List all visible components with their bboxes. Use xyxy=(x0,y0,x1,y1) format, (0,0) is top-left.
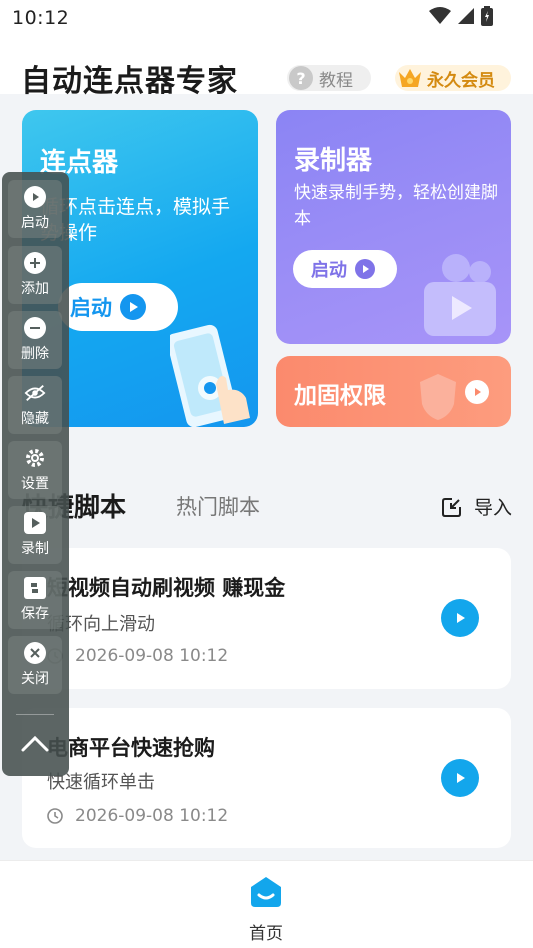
float-start-label: 启动 xyxy=(21,215,49,231)
status-time: 10:12 xyxy=(12,7,70,29)
permission-arrow-icon xyxy=(465,380,489,404)
float-record-button[interactable]: 录制 xyxy=(8,506,62,564)
script-title: 短视频自动刷视频 赚现金 xyxy=(47,576,286,600)
play-icon xyxy=(355,259,375,279)
minus-icon xyxy=(24,317,46,339)
vip-button[interactable]: 永久会员 xyxy=(395,65,511,91)
float-hide-label: 隐藏 xyxy=(21,411,49,427)
app-header: 自动连点器专家 ? 教程 永久会员 xyxy=(0,36,533,99)
float-delete-button[interactable]: 删除 xyxy=(8,311,62,369)
recorder-desc: 快速录制手势，轻松创建脚本 xyxy=(294,183,498,229)
float-add-label: 添加 xyxy=(21,281,49,297)
gear-icon xyxy=(24,447,46,469)
play-icon xyxy=(120,294,146,320)
status-bar: 10:12 xyxy=(0,0,533,36)
permission-card[interactable]: 加固权限 xyxy=(276,356,511,427)
script-item-1[interactable]: 短视频自动刷视频 赚现金 循环向上滑动 2026-09-08 10:12 xyxy=(22,548,511,689)
script-play-button[interactable] xyxy=(441,759,479,797)
permission-title: 加固权限 xyxy=(294,383,386,409)
script-play-button[interactable] xyxy=(441,599,479,637)
play-icon xyxy=(457,773,465,783)
phone-hand-icon xyxy=(170,324,250,427)
float-save-button[interactable]: 保存 xyxy=(8,571,62,629)
script-time-text: 2026-09-08 10:12 xyxy=(75,806,229,826)
battery-icon xyxy=(481,6,493,26)
script-item-2[interactable]: 电商平台快速抢购 快速循环单击 2026-09-08 10:12 xyxy=(22,708,511,848)
tutorial-button[interactable]: ? 教程 xyxy=(287,65,371,91)
float-settings-button[interactable]: 设置 xyxy=(8,441,62,499)
bottom-nav: 首页 xyxy=(0,860,533,948)
recorder-start-button[interactable]: 启动 xyxy=(293,250,397,288)
play-icon xyxy=(457,613,465,623)
nav-home[interactable]: 首页 xyxy=(236,875,296,944)
recorder-card[interactable]: 录制器 快速录制手势，轻松创建脚本 启动 xyxy=(276,110,511,344)
script-title: 电商平台快速抢购 xyxy=(47,736,215,760)
plus-icon xyxy=(24,252,46,274)
main-content: 连点器 循环点击连点，模拟手势操作 启动 录制器 快速录制手势，轻松创建脚本 启… xyxy=(0,94,533,860)
script-timestamp: 2026-09-08 10:12 xyxy=(47,646,228,666)
clock-icon xyxy=(47,808,63,824)
wifi-icon xyxy=(429,7,451,24)
question-icon: ? xyxy=(289,66,313,90)
float-close-label: 关闭 xyxy=(21,671,49,687)
float-add-button[interactable]: 添加 xyxy=(8,246,62,304)
script-tabs: 快捷脚本 热门脚本 导入 xyxy=(22,487,512,527)
floating-toolbar[interactable]: 启动 添加 删除 隐藏 设置 录制 保存 关闭 xyxy=(2,172,69,776)
camera-icon xyxy=(424,254,496,336)
clicker-start-label: 启动 xyxy=(70,296,112,320)
import-icon xyxy=(441,497,461,517)
script-time-text: 2026-09-08 10:12 xyxy=(75,646,229,666)
float-hide-button[interactable]: 隐藏 xyxy=(8,376,62,434)
script-timestamp: 2026-09-08 10:12 xyxy=(47,806,228,826)
nav-home-label: 首页 xyxy=(249,924,283,944)
save-icon xyxy=(24,577,46,599)
clicker-desc: 循环点击连点，模拟手势操作 xyxy=(40,196,231,244)
vip-label: 永久会员 xyxy=(427,70,495,91)
float-delete-label: 删除 xyxy=(21,346,49,362)
record-icon xyxy=(24,512,46,534)
float-settings-label: 设置 xyxy=(21,476,49,492)
float-close-button[interactable]: 关闭 xyxy=(8,636,62,694)
tutorial-label: 教程 xyxy=(319,70,353,91)
import-button[interactable]: 导入 xyxy=(441,493,512,520)
float-divider xyxy=(16,714,54,715)
import-label: 导入 xyxy=(473,497,512,519)
float-save-label: 保存 xyxy=(21,606,49,622)
float-start-button[interactable]: 启动 xyxy=(8,180,62,238)
float-record-label: 录制 xyxy=(21,541,49,557)
eye-off-icon xyxy=(24,382,46,404)
recorder-start-label: 启动 xyxy=(311,260,347,281)
chevron-up-icon[interactable] xyxy=(20,730,50,756)
home-icon xyxy=(251,877,281,907)
signal-icon xyxy=(458,8,474,24)
clicker-start-button[interactable]: 启动 xyxy=(58,283,178,331)
play-icon xyxy=(24,186,46,208)
shield-icon xyxy=(420,374,456,420)
close-icon xyxy=(24,642,46,664)
status-icons xyxy=(429,6,493,26)
recorder-title: 录制器 xyxy=(294,146,373,176)
tab-hot-scripts[interactable]: 热门脚本 xyxy=(176,491,260,521)
crown-icon xyxy=(399,69,421,87)
